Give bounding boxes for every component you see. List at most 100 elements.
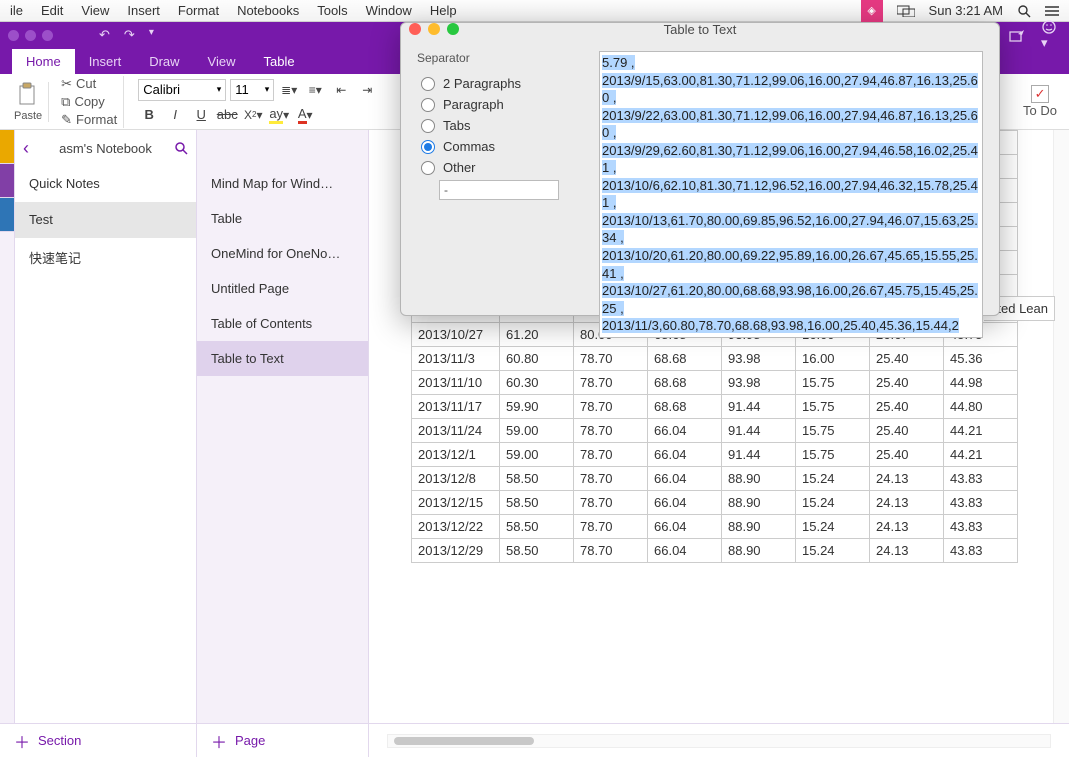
status-gem-icon[interactable]: ◈ (861, 0, 883, 22)
menu-insert[interactable]: Insert (127, 3, 160, 18)
table-cell[interactable]: 15.75 (796, 395, 870, 419)
subscript-button[interactable]: X2▾ (242, 105, 264, 125)
bullets-button[interactable]: ≣▾ (278, 80, 300, 100)
table-cell[interactable]: 2013/12/8 (412, 467, 500, 491)
preview-pane[interactable]: 5.79 , 2013/9/15,63.00,81.30,71.12,99.06… (599, 51, 983, 338)
search-icon[interactable] (174, 141, 188, 155)
table-cell[interactable]: 91.44 (722, 395, 796, 419)
table-cell[interactable]: 44.98 (944, 371, 1018, 395)
table-cell[interactable]: 68.68 (648, 395, 722, 419)
qat-chevron-icon[interactable]: ▾ (149, 27, 154, 43)
tab-view[interactable]: View (194, 49, 250, 74)
spotlight-icon[interactable] (1017, 4, 1031, 18)
section-fast-notes[interactable]: 快速笔记 (15, 238, 196, 278)
table-cell[interactable]: 43.83 (944, 539, 1018, 563)
table-cell[interactable]: 2013/11/17 (412, 395, 500, 419)
table-cell[interactable]: 2013/12/22 (412, 515, 500, 539)
table-cell[interactable]: 44.21 (944, 419, 1018, 443)
menu-list-icon[interactable] (1045, 5, 1059, 17)
table-cell[interactable]: 93.98 (722, 371, 796, 395)
table-cell[interactable]: 88.90 (722, 491, 796, 515)
table-cell[interactable]: 43.83 (944, 467, 1018, 491)
section-quick-notes[interactable]: Quick Notes (15, 166, 196, 202)
table-cell[interactable]: 66.04 (648, 491, 722, 515)
menu-notebooks[interactable]: Notebooks (237, 3, 299, 18)
font-size-select[interactable]: 11▾ (230, 79, 274, 101)
menu-window[interactable]: Window (366, 3, 412, 18)
copy-button[interactable]: ⧉Copy (61, 94, 117, 110)
add-page-button[interactable]: ＋Page (197, 724, 369, 757)
cut-button[interactable]: ✂Cut (61, 76, 117, 92)
display-icon[interactable] (897, 5, 915, 17)
bold-button[interactable]: B (138, 105, 160, 125)
italic-button[interactable]: I (164, 105, 186, 125)
table-cell[interactable]: 24.13 (870, 467, 944, 491)
font-color-button[interactable]: A▾ (294, 105, 316, 125)
table-cell[interactable]: 45.36 (944, 347, 1018, 371)
traffic-max-icon[interactable] (42, 30, 53, 41)
table-cell[interactable]: 59.90 (500, 395, 574, 419)
font-name-select[interactable]: Calibri▾ (138, 79, 226, 101)
table-cell[interactable]: 78.70 (574, 491, 648, 515)
table-cell[interactable]: 2013/12/29 (412, 539, 500, 563)
table-cell[interactable]: 60.80 (500, 347, 574, 371)
table-row[interactable]: 2013/11/1759.9078.7068.6891.4415.7525.40… (412, 395, 1018, 419)
opt-tabs[interactable]: Tabs (417, 115, 587, 136)
menu-tools[interactable]: Tools (317, 3, 347, 18)
table-cell[interactable]: 59.00 (500, 443, 574, 467)
table-cell[interactable]: 66.04 (648, 419, 722, 443)
table-cell[interactable]: 15.24 (796, 491, 870, 515)
table-cell[interactable]: 43.83 (944, 491, 1018, 515)
table-cell[interactable]: 91.44 (722, 419, 796, 443)
table-cell[interactable]: 66.04 (648, 467, 722, 491)
table-cell[interactable]: 58.50 (500, 539, 574, 563)
paste-button[interactable]: Paste (8, 82, 49, 122)
outdent-button[interactable]: ⇤ (330, 80, 352, 100)
todo-button[interactable]: ✓ To Do (1023, 85, 1069, 118)
table-cell[interactable]: 15.24 (796, 515, 870, 539)
table-row[interactable]: 2013/11/1060.3078.7068.6893.9815.7525.40… (412, 371, 1018, 395)
table-cell[interactable]: 58.50 (500, 467, 574, 491)
page-toc[interactable]: Table of Contents (197, 306, 368, 341)
table-row[interactable]: 2013/12/159.0078.7066.0491.4415.7525.404… (412, 443, 1018, 467)
table-cell[interactable]: 25.40 (870, 419, 944, 443)
section-tab-yellow[interactable] (0, 130, 14, 164)
section-tab-purple[interactable] (0, 164, 14, 198)
table-row[interactable]: 2013/11/360.8078.7068.6893.9816.0025.404… (412, 347, 1018, 371)
tab-table[interactable]: Table (250, 49, 309, 74)
share-icon[interactable] (1009, 28, 1025, 42)
table-cell[interactable]: 59.00 (500, 419, 574, 443)
table-cell[interactable]: 88.90 (722, 467, 796, 491)
page-mindmap[interactable]: Mind Map for Wind… (197, 166, 368, 201)
table-cell[interactable]: 66.04 (648, 443, 722, 467)
undo-icon[interactable]: ↶ (99, 27, 110, 43)
page-table[interactable]: Table (197, 201, 368, 236)
table-row[interactable]: 2013/12/1558.5078.7066.0488.9015.2424.13… (412, 491, 1018, 515)
menu-help[interactable]: Help (430, 3, 457, 18)
table-cell[interactable]: 68.68 (648, 347, 722, 371)
table-cell[interactable]: 78.70 (574, 467, 648, 491)
page-untitled[interactable]: Untitled Page (197, 271, 368, 306)
table-cell[interactable]: 2013/11/3 (412, 347, 500, 371)
indent-button[interactable]: ⇥ (356, 80, 378, 100)
table-cell[interactable]: 78.70 (574, 443, 648, 467)
traffic-min-icon[interactable] (25, 30, 36, 41)
table-cell[interactable]: 66.04 (648, 539, 722, 563)
other-separator-input[interactable] (439, 180, 559, 200)
vertical-scrollbar[interactable] (1053, 130, 1069, 723)
table-cell[interactable]: 15.75 (796, 371, 870, 395)
highlight-button[interactable]: ay▾ (268, 105, 290, 125)
scroll-thumb[interactable] (394, 737, 534, 745)
table-cell[interactable]: 66.04 (648, 515, 722, 539)
page-onemind[interactable]: OneMind for OneNo… (197, 236, 368, 271)
table-cell[interactable]: 88.90 (722, 539, 796, 563)
table-cell[interactable]: 25.40 (870, 395, 944, 419)
opt-paragraph[interactable]: Paragraph (417, 94, 587, 115)
table-cell[interactable]: 15.24 (796, 467, 870, 491)
section-tab-blue[interactable] (0, 198, 14, 232)
table-row[interactable]: 2013/11/2459.0078.7066.0491.4415.7525.40… (412, 419, 1018, 443)
horizontal-scrollbar[interactable] (369, 724, 1069, 757)
back-chevron-icon[interactable]: ‹ (23, 138, 29, 159)
table-cell[interactable]: 44.80 (944, 395, 1018, 419)
strike-button[interactable]: abc (216, 105, 238, 125)
